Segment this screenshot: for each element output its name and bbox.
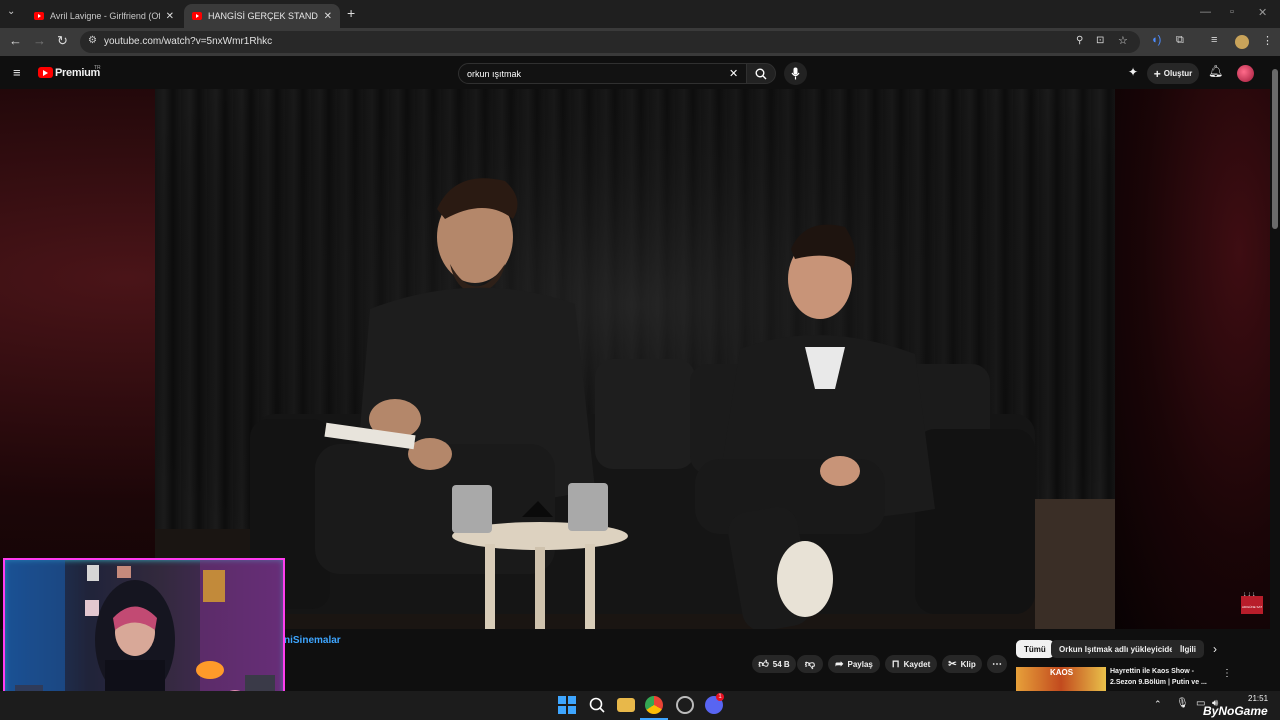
more-icon: ⋯	[992, 658, 1002, 670]
reload-icon[interactable]: ↻	[57, 33, 68, 49]
youtube-favicon-icon	[34, 12, 44, 20]
save-label: Kaydet	[903, 659, 931, 669]
tab-avril-lavigne[interactable]: Avril Lavigne - Girlfriend (Offici ✕	[26, 4, 182, 28]
extension-icon[interactable]: ◖)	[1151, 34, 1161, 46]
reading-list-icon[interactable]: ≡	[1211, 34, 1217, 46]
youtube-favicon-icon	[192, 12, 202, 20]
chip-label: İlgili	[1180, 644, 1196, 654]
extensions-icon[interactable]: ⧉	[1176, 34, 1184, 47]
notification-icon[interactable]: 🔔︎	[1208, 64, 1223, 78]
chip-related[interactable]: İlgili	[1172, 640, 1204, 658]
maximize-icon[interactable]: ▫	[1230, 6, 1234, 18]
mic-icon	[791, 67, 800, 80]
chip-from-uploader[interactable]: Orkun Işıtmak adlı yükleyiciden	[1051, 640, 1187, 658]
site-info-icon[interactable]: ⚙	[88, 35, 97, 46]
tray-chevron-icon[interactable]: ⌃	[1154, 699, 1162, 710]
windows-taskbar: 1 ⌃ 🎙︎ ▭ 🔊︎ 21:51 ByNoGame	[0, 691, 1280, 720]
address-bar[interactable]: ⚙ youtube.com/watch?v=5nxWmr1Rhkc ⚲ ⊡ ☆	[80, 31, 1140, 53]
recommended-title-line1[interactable]: Hayrettin ile Kaos Show -	[1110, 668, 1194, 675]
search-value: orkun ışıtmak	[467, 69, 522, 79]
create-button[interactable]: + Oluştur	[1147, 63, 1199, 84]
close-icon[interactable]: ✕	[166, 11, 174, 22]
clear-icon[interactable]: ✕	[729, 67, 738, 80]
share-label: Paylaş	[847, 659, 873, 669]
dislike-icon: 👎︎	[804, 659, 816, 670]
tab-title: HANGİSİ GERÇEK STAND-UP K	[208, 11, 318, 21]
like-count: 54 B	[772, 659, 790, 669]
chrome-icon[interactable]	[645, 696, 663, 714]
recommended-title-line2[interactable]: 2.Sezon 9.Bölüm | Putin ve ...	[1110, 679, 1207, 686]
search-icon[interactable]	[588, 696, 606, 714]
zoom-icon[interactable]: ⚲	[1076, 35, 1083, 46]
like-icon: 👍︎	[758, 659, 769, 670]
recommended-more-icon[interactable]: ⋮	[1222, 668, 1232, 679]
profile-icon[interactable]	[1235, 35, 1249, 49]
chip-label: Orkun Işıtmak adlı yükleyiciden	[1059, 644, 1179, 654]
clip-label: Klip	[960, 659, 976, 669]
search-input[interactable]: orkun ışıtmak ✕	[458, 63, 748, 84]
url-text: youtube.com/watch?v=5nxWmr1Rhkc	[104, 36, 273, 47]
forward-icon[interactable]: →	[33, 33, 46, 48]
channel-corner-badge: ADIGÜNE SAT	[1241, 596, 1263, 614]
video-frame	[155, 89, 1115, 629]
search-button[interactable]	[746, 63, 776, 84]
star-icon[interactable]: ☆	[1118, 34, 1128, 47]
window-close-icon[interactable]: ✕	[1258, 6, 1267, 19]
corner-badge-text: ADIGÜNE SAT	[1241, 605, 1263, 609]
chip-all[interactable]: Tümü	[1016, 640, 1054, 658]
browser-toolbar: ← → ↻ ⚙ youtube.com/watch?v=5nxWmr1Rhkc …	[0, 28, 1280, 56]
install-icon[interactable]: ⊡	[1096, 35, 1104, 46]
like-button[interactable]: 👍︎ 54 B	[752, 655, 796, 673]
browser-tab-strip: ⌄ Avril Lavigne - Girlfriend (Offici ✕ H…	[0, 0, 1280, 28]
search-icon	[755, 68, 767, 80]
scroll-thumb[interactable]	[1272, 69, 1278, 229]
windows-start-icon[interactable]	[558, 696, 576, 714]
video-ambient-right	[1115, 89, 1270, 629]
app-icon[interactable]	[676, 696, 694, 714]
tab-list-icon[interactable]: ⌄	[7, 6, 15, 17]
more-icon[interactable]: ⋮	[1262, 34, 1273, 47]
tab-title: Avril Lavigne - Girlfriend (Offici	[50, 11, 160, 21]
more-actions-button[interactable]: ⋯	[987, 655, 1007, 673]
region-badge: TR	[94, 65, 101, 71]
dislike-button[interactable]: 👎︎	[797, 655, 823, 673]
clip-button[interactable]: ✂ Klip	[942, 655, 982, 673]
folder-icon[interactable]	[617, 698, 635, 712]
chevron-right-icon[interactable]: ›	[1213, 642, 1217, 656]
channel-name-fragment[interactable]: niSinemalar	[284, 635, 341, 646]
arrows-down-icon: ↓↓↓	[1243, 591, 1257, 598]
close-icon[interactable]: ✕	[324, 11, 332, 22]
youtube-logo-icon	[38, 67, 53, 78]
minimize-icon[interactable]: —	[1200, 6, 1211, 18]
share-icon: ➦	[835, 658, 844, 670]
save-icon: ⊓	[891, 658, 900, 670]
youtube-logo[interactable]: Premium TR	[38, 57, 118, 89]
voice-search-button[interactable]	[784, 62, 807, 85]
mic-icon[interactable]: 🎙︎	[1176, 698, 1189, 709]
plus-icon[interactable]: +	[347, 5, 355, 21]
clock-time[interactable]: 21:51	[1248, 694, 1268, 703]
chip-label: Tümü	[1024, 644, 1046, 654]
tab-hangisi-gercek[interactable]: HANGİSİ GERÇEK STAND-UP K ✕	[184, 4, 340, 28]
recommended-thumbnail[interactable]: KAOS	[1016, 667, 1106, 691]
thumbnail-text: KAOS	[1050, 668, 1074, 677]
discord-badge: 1	[716, 693, 724, 701]
plus-icon: +	[1153, 66, 1161, 81]
video-scene	[155, 89, 1115, 629]
create-label: Oluştur	[1163, 69, 1193, 78]
clip-icon: ✂	[948, 658, 957, 670]
create-icon[interactable]: ✦	[1128, 65, 1138, 79]
menu-icon[interactable]: ≡	[13, 65, 21, 80]
avatar[interactable]	[1237, 65, 1254, 82]
share-button[interactable]: ➦ Paylaş	[828, 655, 880, 673]
youtube-header: ≡ Premium TR orkun ışıtmak ✕ ✦ + Oluştur …	[0, 57, 1280, 89]
back-icon[interactable]: ←	[9, 33, 22, 48]
page-scrollbar[interactable]	[1270, 57, 1280, 691]
watermark: ByNoGame	[1203, 704, 1268, 718]
save-button[interactable]: ⊓ Kaydet	[885, 655, 937, 673]
video-player[interactable]: ADIGÜNE SAT ↓↓↓	[0, 89, 1270, 629]
